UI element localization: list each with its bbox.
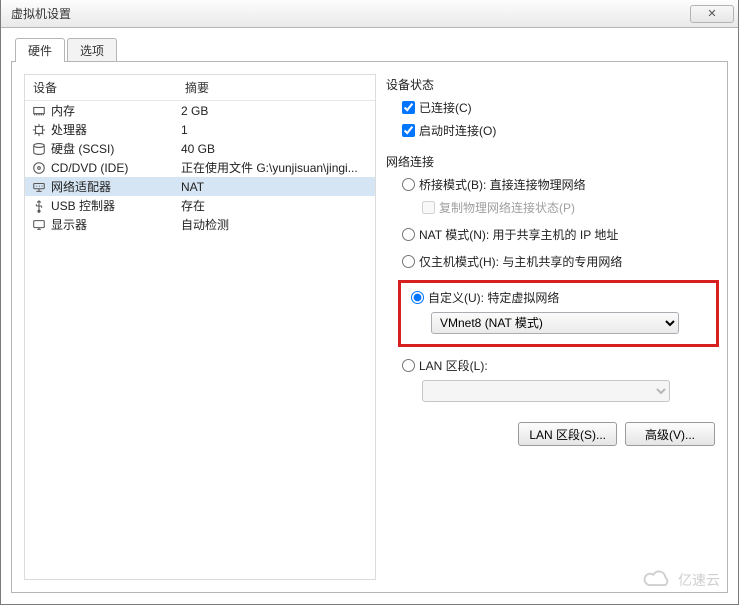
window-title: 虚拟机设置 bbox=[11, 5, 71, 22]
lan-segment-input[interactable] bbox=[402, 359, 415, 372]
nat-input[interactable] bbox=[402, 228, 415, 241]
header-device: 设备 bbox=[25, 75, 177, 100]
tab-options[interactable]: 选项 bbox=[67, 38, 117, 62]
device-summary: 正在使用文件 G:\yunjisuan\jingi... bbox=[181, 159, 375, 176]
bridged-label: 桥接模式(B): 直接连接物理网络 bbox=[419, 176, 586, 193]
lan-segment-select bbox=[422, 380, 670, 402]
replicate-checkbox: 复制物理网络连接状态(P) bbox=[422, 199, 715, 216]
device-row[interactable]: USB 控制器存在 bbox=[25, 196, 375, 215]
nat-label: NAT 模式(N): 用于共享主机的 IP 地址 bbox=[419, 226, 618, 243]
disk-icon bbox=[31, 141, 47, 157]
device-name: USB 控制器 bbox=[51, 197, 181, 214]
custom-radio[interactable]: 自定义(U): 特定虚拟网络 bbox=[411, 289, 706, 306]
device-name: 处理器 bbox=[51, 121, 181, 138]
device-row[interactable]: CD/DVD (IDE)正在使用文件 G:\yunjisuan\jingi... bbox=[25, 158, 375, 177]
device-row[interactable]: 网络适配器NAT bbox=[25, 177, 375, 196]
hostonly-input[interactable] bbox=[402, 255, 415, 268]
custom-network-highlight: 自定义(U): 特定虚拟网络 VMnet8 (NAT 模式) bbox=[398, 280, 719, 347]
device-row[interactable]: 硬盘 (SCSI)40 GB bbox=[25, 139, 375, 158]
custom-input[interactable] bbox=[411, 291, 424, 304]
hostonly-radio[interactable]: 仅主机模式(H): 与主机共享的专用网络 bbox=[402, 253, 715, 270]
close-button[interactable]: ✕ bbox=[690, 5, 734, 23]
device-status-group: 设备状态 已连接(C) 启动时连接(O) bbox=[386, 76, 715, 139]
device-summary: 2 GB bbox=[181, 104, 375, 118]
device-list-panel: 设备 摘要 内存2 GB处理器1硬盘 (SCSI)40 GBCD/DVD (ID… bbox=[24, 74, 376, 580]
device-name: CD/DVD (IDE) bbox=[51, 161, 181, 175]
detail-button-row: LAN 区段(S)... 高级(V)... bbox=[386, 422, 715, 446]
device-name: 显示器 bbox=[51, 216, 181, 233]
device-detail-panel: 设备状态 已连接(C) 启动时连接(O) 网络连接 bbox=[386, 74, 715, 580]
hostonly-label: 仅主机模式(H): 与主机共享的专用网络 bbox=[419, 253, 622, 270]
close-icon: ✕ bbox=[707, 7, 716, 20]
connected-checkbox[interactable]: 已连接(C) bbox=[402, 99, 715, 116]
lan-segments-button[interactable]: LAN 区段(S)... bbox=[518, 422, 617, 446]
nat-radio[interactable]: NAT 模式(N): 用于共享主机的 IP 地址 bbox=[402, 226, 715, 243]
custom-network-select[interactable]: VMnet8 (NAT 模式) bbox=[431, 312, 679, 334]
replicate-label: 复制物理网络连接状态(P) bbox=[439, 199, 575, 216]
device-name: 网络适配器 bbox=[51, 178, 181, 195]
network-connection-group: 网络连接 桥接模式(B): 直接连接物理网络 复制物理网络连接状态(P) bbox=[386, 153, 715, 446]
replicate-input bbox=[422, 201, 435, 214]
connected-label: 已连接(C) bbox=[419, 99, 472, 116]
tab-hardware[interactable]: 硬件 bbox=[15, 38, 65, 62]
connect-at-poweron-label: 启动时连接(O) bbox=[419, 122, 496, 139]
client-area: 硬件 选项 设备 摘要 内存2 GB处理器1硬盘 (SCSI)40 GBCD/D… bbox=[1, 28, 738, 604]
device-summary: 40 GB bbox=[181, 142, 375, 156]
lan-segment-radio[interactable]: LAN 区段(L): bbox=[402, 357, 715, 374]
device-row[interactable]: 显示器自动检测 bbox=[25, 215, 375, 234]
vm-settings-dialog: 虚拟机设置 ✕ 硬件 选项 设备 摘要 内存2 GB处理器1硬盘 (SCSI)4… bbox=[0, 0, 739, 605]
usb-icon bbox=[31, 198, 47, 214]
device-name: 内存 bbox=[51, 102, 181, 119]
cd-icon bbox=[31, 160, 47, 176]
device-summary: 存在 bbox=[181, 197, 375, 214]
network-connection-title: 网络连接 bbox=[386, 153, 715, 170]
device-list[interactable]: 设备 摘要 内存2 GB处理器1硬盘 (SCSI)40 GBCD/DVD (ID… bbox=[24, 74, 376, 580]
header-summary: 摘要 bbox=[177, 75, 375, 100]
titlebar: 虚拟机设置 ✕ bbox=[1, 0, 738, 28]
tab-body: 设备 摘要 内存2 GB处理器1硬盘 (SCSI)40 GBCD/DVD (ID… bbox=[11, 61, 728, 593]
device-summary: 1 bbox=[181, 123, 375, 137]
custom-label: 自定义(U): 特定虚拟网络 bbox=[428, 289, 559, 306]
device-row[interactable]: 处理器1 bbox=[25, 120, 375, 139]
memory-icon bbox=[31, 103, 47, 119]
bridged-input[interactable] bbox=[402, 178, 415, 191]
lan-segment-label: LAN 区段(L): bbox=[419, 357, 488, 374]
network-icon bbox=[31, 179, 47, 195]
device-name: 硬盘 (SCSI) bbox=[51, 140, 181, 157]
connected-input[interactable] bbox=[402, 101, 415, 114]
bridged-radio[interactable]: 桥接模式(B): 直接连接物理网络 bbox=[402, 176, 715, 193]
display-icon bbox=[31, 217, 47, 233]
connect-at-poweron-input[interactable] bbox=[402, 124, 415, 137]
device-summary: NAT bbox=[181, 180, 375, 194]
device-status-title: 设备状态 bbox=[386, 76, 715, 93]
device-list-header: 设备 摘要 bbox=[25, 75, 375, 101]
device-summary: 自动检测 bbox=[181, 216, 375, 233]
cpu-icon bbox=[31, 122, 47, 138]
tab-strip: 硬件 选项 bbox=[11, 38, 728, 62]
connect-at-poweron-checkbox[interactable]: 启动时连接(O) bbox=[402, 122, 715, 139]
device-row[interactable]: 内存2 GB bbox=[25, 101, 375, 120]
advanced-button[interactable]: 高级(V)... bbox=[625, 422, 715, 446]
